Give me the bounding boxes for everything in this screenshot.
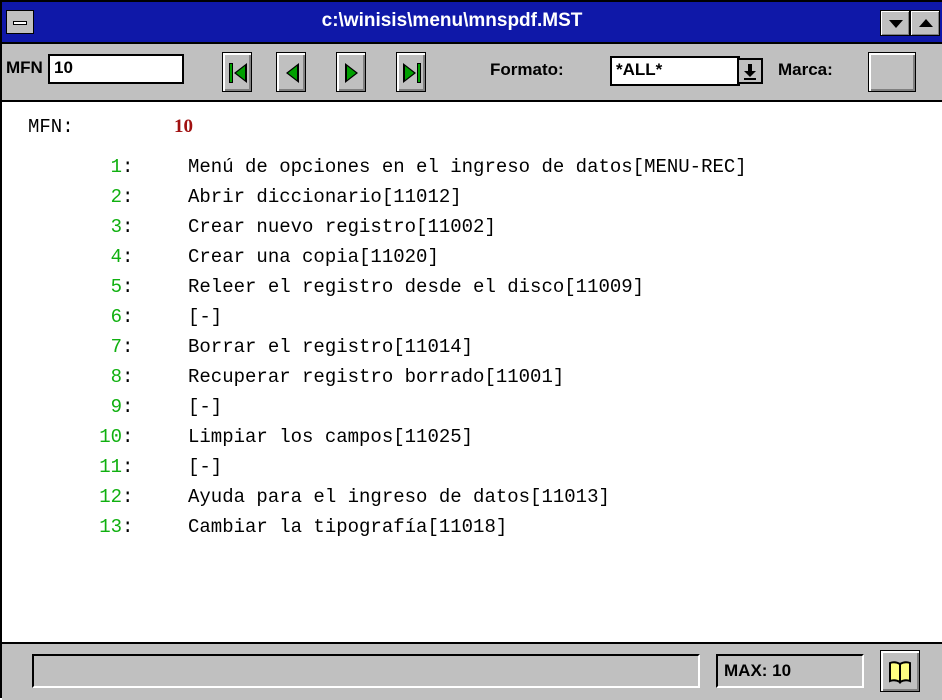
line-number: 3 — [110, 216, 122, 238]
line-text: Limpiar los campos[11025] — [188, 426, 474, 448]
line-text: Crear nuevo registro[11002] — [188, 216, 496, 238]
minimize-icon — [889, 20, 903, 28]
record-line: 2: Abrir diccionario[11012] — [2, 186, 942, 216]
record-line: 4: Crear una copia[11020] — [2, 246, 942, 276]
system-menu-button[interactable] — [6, 10, 34, 34]
line-separator: : — [122, 216, 134, 238]
last-record-button[interactable] — [396, 52, 426, 92]
line-separator: : — [122, 366, 134, 388]
line-text: Releer el registro desde el disco[11009] — [188, 276, 645, 298]
line-separator: : — [122, 396, 134, 418]
line-text: [-] — [188, 306, 223, 328]
previous-record-icon — [286, 63, 299, 83]
formato-select[interactable]: *ALL* — [610, 56, 740, 86]
line-number: 2 — [110, 186, 122, 208]
formato-label: Formato: — [490, 60, 564, 79]
record-line: 10: Limpiar los campos[11025] — [2, 426, 942, 456]
first-record-icon — [229, 63, 247, 83]
line-number: 11 — [99, 456, 122, 478]
minimize-button[interactable] — [880, 10, 910, 36]
line-number: 7 — [110, 336, 122, 358]
line-separator: : — [122, 186, 134, 208]
record-line: 12: Ayuda para el ingreso de datos[11013] — [2, 486, 942, 516]
record-mfn-label: MFN: — [28, 116, 74, 138]
line-separator: : — [122, 336, 134, 358]
maximize-button[interactable] — [910, 10, 940, 36]
line-text: Menú de opciones en el ingreso de datos[… — [188, 156, 747, 178]
line-text: Recuperar registro borrado[11001] — [188, 366, 565, 388]
line-text: [-] — [188, 396, 223, 418]
dropdown-arrow-icon — [744, 64, 756, 80]
line-text: [-] — [188, 456, 223, 478]
window-title: c:\winisis\menu\mnspdf.MST — [321, 10, 583, 31]
next-record-icon — [345, 63, 358, 83]
line-separator: : — [122, 276, 134, 298]
marca-button[interactable] — [868, 52, 916, 92]
line-separator: : — [122, 456, 134, 478]
first-record-button[interactable] — [222, 52, 252, 92]
application-window: c:\winisis\menu\mnspdf.MST MFN 10 Format… — [0, 0, 942, 700]
line-text: Abrir diccionario[11012] — [188, 186, 462, 208]
line-number: 6 — [110, 306, 122, 328]
line-text: Ayuda para el ingreso de datos[11013] — [188, 486, 610, 508]
line-separator: : — [122, 426, 134, 448]
line-separator: : — [122, 306, 134, 328]
record-line: 13: Cambiar la tipografía[11018] — [2, 516, 942, 546]
system-menu-icon — [13, 21, 27, 25]
line-text: Cambiar la tipografía[11018] — [188, 516, 508, 538]
title-bar[interactable]: c:\winisis\menu\mnspdf.MST — [2, 2, 942, 44]
marca-label: Marca: — [778, 60, 833, 79]
line-separator: : — [122, 516, 134, 538]
max-records-indicator: MAX: 10 — [716, 654, 864, 688]
line-number: 5 — [110, 276, 122, 298]
line-number: 1 — [110, 156, 122, 178]
line-number: 8 — [110, 366, 122, 388]
record-line: 3: Crear nuevo registro[11002] — [2, 216, 942, 246]
formato-dropdown-button[interactable] — [737, 58, 763, 84]
toolbar: MFN 10 Formato: *ALL* Marca: — [2, 44, 942, 102]
record-mfn-value: 10 — [174, 116, 193, 137]
record-line: 6: [-] — [2, 306, 942, 336]
line-separator: : — [122, 486, 134, 508]
mfn-input[interactable]: 10 — [48, 54, 184, 84]
line-text: Crear una copia[11020] — [188, 246, 439, 268]
record-line: 1: Menú de opciones en el ingreso de dato… — [2, 156, 942, 186]
line-number: 12 — [99, 486, 122, 508]
previous-record-button[interactable] — [276, 52, 306, 92]
record-display: MFN: 10 1: Menú de opciones en el ingreso… — [2, 102, 942, 642]
next-record-button[interactable] — [336, 52, 366, 92]
maximize-icon — [919, 19, 933, 27]
line-number: 9 — [110, 396, 122, 418]
record-line: 5: Releer el registro desde el disco[1100… — [2, 276, 942, 306]
status-bar: MAX: 10 — [2, 642, 942, 700]
record-line: 7: Borrar el registro[11014] — [2, 336, 942, 366]
line-number: 13 — [99, 516, 122, 538]
line-separator: : — [122, 156, 134, 178]
mfn-label: MFN — [6, 58, 43, 77]
record-line: 9: [-] — [2, 396, 942, 426]
book-icon — [889, 661, 911, 684]
line-separator: : — [122, 246, 134, 268]
last-record-icon — [403, 63, 421, 83]
help-book-button[interactable] — [880, 650, 920, 692]
record-line: 8: Recuperar registro borrado[11001] — [2, 366, 942, 396]
status-message — [32, 654, 700, 688]
line-text: Borrar el registro[11014] — [188, 336, 474, 358]
line-number: 10 — [99, 426, 122, 448]
record-line: 11: [-] — [2, 456, 942, 486]
line-number: 4 — [110, 246, 122, 268]
